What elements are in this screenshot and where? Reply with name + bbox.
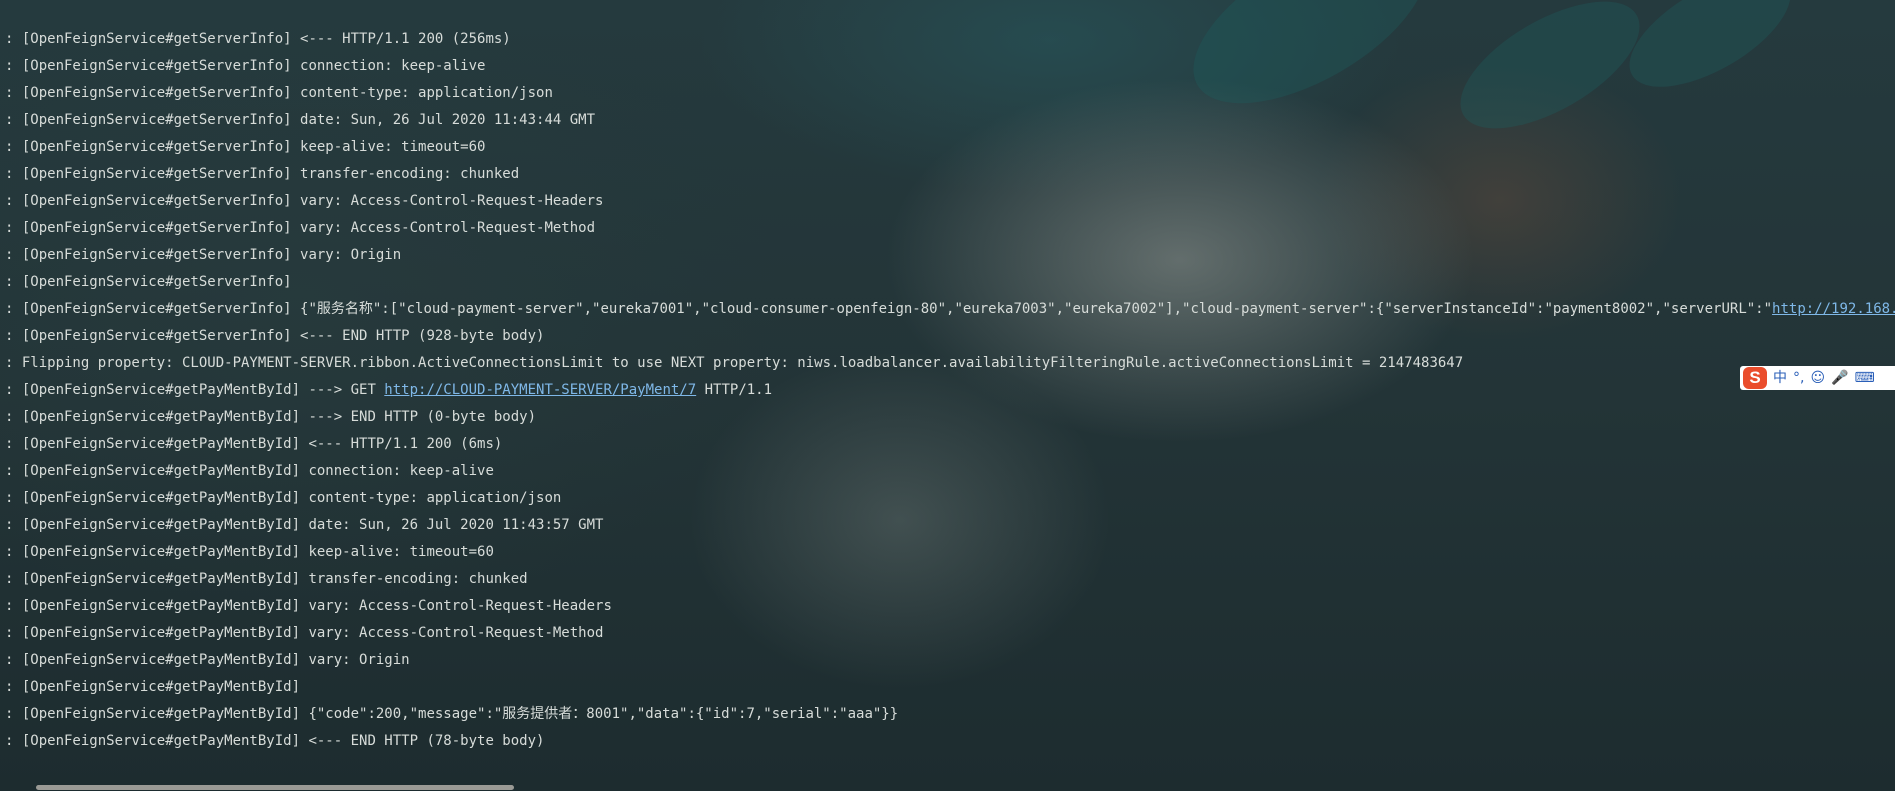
console-log[interactable]: : [OpenFeignService#getServerInfo] <--- … [0, 26, 1895, 755]
log-message: keep-alive: timeout=60 [308, 544, 494, 560]
log-line: : [OpenFeignService#getServerInfo] date:… [0, 107, 1895, 134]
log-source-prefix: : [OpenFeignService#getPayMentById] [5, 733, 309, 749]
log-source-prefix: : [OpenFeignService#getPayMentById] [5, 625, 309, 641]
log-line: : [OpenFeignService#getPayMentById] cont… [0, 485, 1895, 512]
log-source-prefix: : [OpenFeignService#getPayMentById] [5, 436, 309, 452]
log-url-link[interactable]: http://CLOUD-PAYMENT-SERVER/PayMent/7 [384, 382, 696, 398]
log-line: : [OpenFeignService#getServerInfo] trans… [0, 161, 1895, 188]
log-source-prefix: : [OpenFeignService#getServerInfo] [5, 301, 301, 317]
log-line: : [OpenFeignService#getPayMentById] keep… [0, 539, 1895, 566]
log-message: date: Sun, 26 Jul 2020 11:43:44 GMT [300, 112, 596, 128]
log-source-prefix: : [OpenFeignService#getPayMentById] [5, 463, 309, 479]
chinese-mode-icon[interactable]: 中 [1773, 366, 1787, 390]
log-line: : [OpenFeignService#getServerInfo] conte… [0, 80, 1895, 107]
log-line: : [OpenFeignService#getServerInfo] <--- … [0, 26, 1895, 53]
horizontal-scrollbar[interactable] [0, 781, 1895, 791]
log-line: : [OpenFeignService#getPayMentById] <---… [0, 728, 1895, 755]
log-message: vary: Access-Control-Request-Headers [308, 598, 612, 614]
log-message: date: Sun, 26 Jul 2020 11:43:57 GMT [308, 517, 604, 533]
log-source-prefix: : [OpenFeignService#getPayMentById] [5, 409, 309, 425]
log-line: : [OpenFeignService#getPayMentById] vary… [0, 593, 1895, 620]
log-source-prefix: : [OpenFeignService#getServerInfo] [5, 166, 301, 182]
log-message: content-type: application/json [308, 490, 562, 506]
punctuation-icon[interactable]: °, [1793, 366, 1804, 390]
log-line: : [OpenFeignService#getServerInfo] [0, 269, 1895, 296]
ime-toolbar[interactable]: S 中 °, ☺ 🎤 ⌨ [1740, 366, 1895, 390]
log-source-prefix: : [OpenFeignService#getServerInfo] [5, 58, 301, 74]
log-source-prefix: : [OpenFeignService#getPayMentById] [5, 382, 309, 398]
log-message: keep-alive: timeout=60 [300, 139, 486, 155]
log-message: connection: keep-alive [300, 58, 486, 74]
log-source-prefix: : [OpenFeignService#getServerInfo] [5, 193, 301, 209]
keyboard-icon[interactable]: ⌨ [1855, 366, 1875, 390]
log-source-prefix: : [OpenFeignService#getPayMentById] [5, 652, 309, 668]
log-line: : [OpenFeignService#getPayMentById] conn… [0, 458, 1895, 485]
log-line: : [OpenFeignService#getServerInfo] vary:… [0, 215, 1895, 242]
log-source-prefix: : [OpenFeignService#getServerInfo] [5, 220, 301, 236]
log-source-prefix: : [OpenFeignService#getPayMentById] [5, 490, 309, 506]
log-line: : [OpenFeignService#getPayMentById] --->… [0, 404, 1895, 431]
log-url-link[interactable]: http://192.168.2.122:8002 [1772, 301, 1895, 317]
log-message: vary: Access-Control-Request-Method [308, 625, 604, 641]
log-message: <--- HTTP/1.1 200 (256ms) [300, 31, 511, 47]
log-source-prefix: : [OpenFeignService#getServerInfo] [5, 85, 301, 101]
scrollbar-thumb[interactable] [36, 785, 514, 790]
log-message: <--- END HTTP (928-byte body) [300, 328, 545, 344]
log-message: <--- END HTTP (78-byte body) [308, 733, 545, 749]
log-line: : [OpenFeignService#getServerInfo] vary:… [0, 188, 1895, 215]
log-message: ---> GET [308, 382, 385, 398]
emoji-icon[interactable]: ☺ [1810, 366, 1825, 390]
log-line: : [OpenFeignService#getServerInfo] <--- … [0, 323, 1895, 350]
log-message: transfer-encoding: chunked [300, 166, 520, 182]
log-message: transfer-encoding: chunked [308, 571, 528, 587]
sogou-logo-icon[interactable]: S [1743, 367, 1767, 389]
log-source-prefix: : [OpenFeignService#getServerInfo] [5, 328, 301, 344]
microphone-icon[interactable]: 🎤 [1831, 366, 1848, 390]
log-source-prefix: : [OpenFeignService#getServerInfo] [5, 31, 301, 47]
log-line: : [OpenFeignService#getPayMentById] [0, 674, 1895, 701]
log-message: vary: Access-Control-Request-Headers [300, 193, 604, 209]
log-line: : [OpenFeignService#getServerInfo] vary:… [0, 242, 1895, 269]
log-source-prefix: : [OpenFeignService#getServerInfo] [5, 139, 301, 155]
log-message: Flipping property: CLOUD-PAYMENT-SERVER.… [21, 355, 1464, 371]
log-line: : [OpenFeignService#getPayMentById] date… [0, 512, 1895, 539]
log-message: {"服务名称":["cloud-payment-server","eureka7… [300, 301, 1773, 317]
log-source-prefix: : [OpenFeignService#getPayMentById] [5, 517, 309, 533]
log-source-prefix: : [OpenFeignService#getServerInfo] [5, 247, 301, 263]
log-source-prefix: : [OpenFeignService#getPayMentById] [5, 598, 309, 614]
log-line: : [OpenFeignService#getPayMentById] <---… [0, 431, 1895, 458]
log-line: : [OpenFeignService#getServerInfo] {"服务名… [0, 296, 1895, 323]
log-source-prefix: : [OpenFeignService#getPayMentById] [5, 544, 309, 560]
log-source-prefix: : [OpenFeignService#getPayMentById] [5, 679, 301, 695]
log-line: : Flipping property: CLOUD-PAYMENT-SERVE… [0, 350, 1895, 377]
log-message: vary: Origin [308, 652, 410, 668]
log-message: vary: Access-Control-Request-Method [300, 220, 596, 236]
log-line: : [OpenFeignService#getServerInfo] conne… [0, 53, 1895, 80]
log-message-suffix: HTTP/1.1 [696, 382, 773, 398]
log-source-prefix: : [5, 355, 22, 371]
log-message: vary: Origin [300, 247, 402, 263]
log-line: : [OpenFeignService#getServerInfo] keep-… [0, 134, 1895, 161]
console-output-panel: : [OpenFeignService#getServerInfo] <--- … [0, 0, 1895, 791]
log-source-prefix: : [OpenFeignService#getPayMentById] [5, 706, 309, 722]
log-message: content-type: application/json [300, 85, 553, 101]
log-message: {"code":200,"message":"服务提供者：8001","data… [308, 706, 899, 722]
log-line: : [OpenFeignService#getPayMentById] tran… [0, 566, 1895, 593]
log-line: : [OpenFeignService#getPayMentById] vary… [0, 647, 1895, 674]
log-source-prefix: : [OpenFeignService#getServerInfo] [5, 274, 292, 290]
log-message: <--- HTTP/1.1 200 (6ms) [308, 436, 503, 452]
log-message: connection: keep-alive [308, 463, 494, 479]
log-message: ---> END HTTP (0-byte body) [308, 409, 537, 425]
log-line: : [OpenFeignService#getPayMentById] vary… [0, 620, 1895, 647]
log-source-prefix: : [OpenFeignService#getServerInfo] [5, 112, 301, 128]
log-source-prefix: : [OpenFeignService#getPayMentById] [5, 571, 309, 587]
log-line: : [OpenFeignService#getPayMentById] --->… [0, 377, 1895, 404]
log-line: : [OpenFeignService#getPayMentById] {"co… [0, 701, 1895, 728]
